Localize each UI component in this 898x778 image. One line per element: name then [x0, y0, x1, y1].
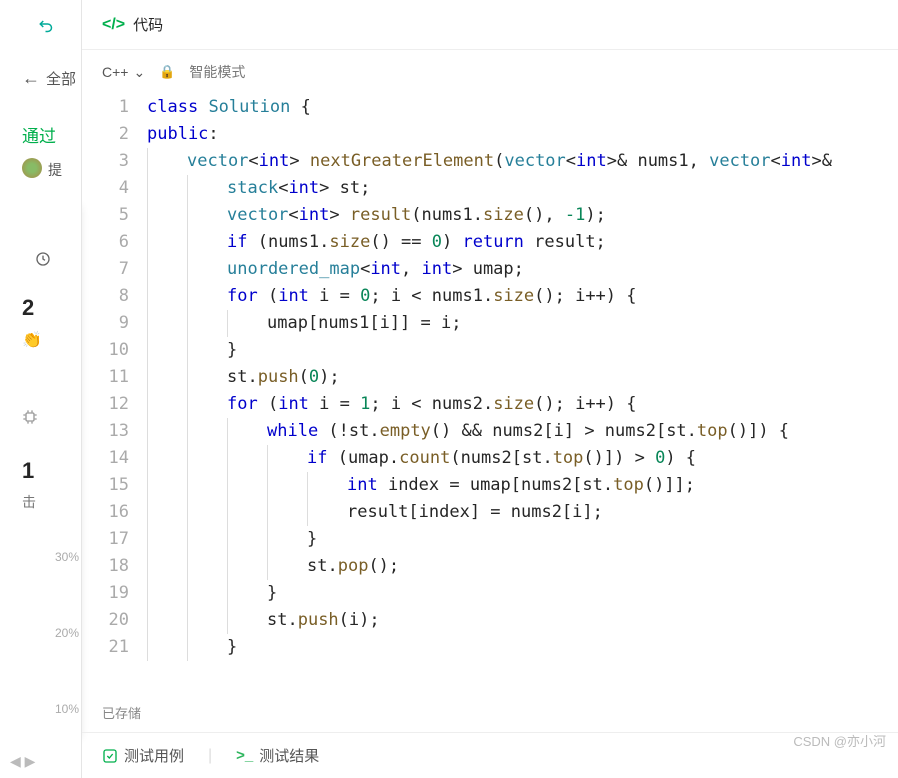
- pct-20: 20%: [55, 626, 79, 640]
- tab-testcases[interactable]: 测试用例: [102, 745, 184, 766]
- separator: |: [208, 747, 212, 765]
- chip-icon: [22, 408, 38, 426]
- line-gutter: 123456789101112131415161718192021: [82, 94, 147, 661]
- pass-status: 通过: [22, 122, 56, 147]
- tab-testresult[interactable]: >_ 测试结果: [236, 745, 319, 766]
- stat-memory-sub: 击: [22, 492, 36, 512]
- stat-memory: 1: [22, 458, 34, 484]
- lock-icon: 🔒: [159, 64, 175, 80]
- mode-label[interactable]: 智能模式: [189, 62, 245, 82]
- toolbar: C++ ⌄ 🔒 智能模式: [82, 50, 898, 94]
- avatar[interactable]: [22, 158, 42, 178]
- header-title: 代码: [133, 14, 163, 35]
- watermark: CSDN @亦小河: [793, 731, 886, 750]
- left-sidebar: ← 全部 通过 提 2 👏 1 击 30% 20% 10%: [0, 0, 82, 778]
- code-icon: </>: [102, 16, 125, 34]
- check-icon: [102, 747, 118, 764]
- header-tab: </> 代码: [82, 0, 898, 50]
- stat-runtime: 2: [22, 295, 34, 321]
- chevron-down-icon: ⌄: [133, 64, 145, 81]
- main-panel: </> 代码 C++ ⌄ 🔒 智能模式 12345678910111213141…: [82, 0, 898, 778]
- undo-icon[interactable]: [38, 18, 56, 36]
- back-arrow-icon[interactable]: ←: [22, 68, 40, 89]
- bottom-tabs: 测试用例 | >_ 测试结果: [82, 732, 898, 778]
- saved-status: 已存储: [82, 693, 898, 732]
- code-content[interactable]: class Solution {public:vector<int> nextG…: [147, 94, 898, 661]
- expand-icon[interactable]: ◀ ▶: [10, 753, 35, 770]
- clock-icon: [35, 250, 51, 268]
- clap-icon: 👏: [22, 330, 42, 350]
- back-label[interactable]: 全部: [46, 68, 76, 89]
- code-editor[interactable]: 123456789101112131415161718192021 class …: [82, 94, 898, 693]
- submit-label: 提: [48, 160, 62, 180]
- language-selector[interactable]: C++ ⌄: [102, 64, 145, 81]
- pct-10: 10%: [55, 702, 79, 716]
- terminal-icon: >_: [236, 747, 253, 764]
- pct-30: 30%: [55, 550, 79, 564]
